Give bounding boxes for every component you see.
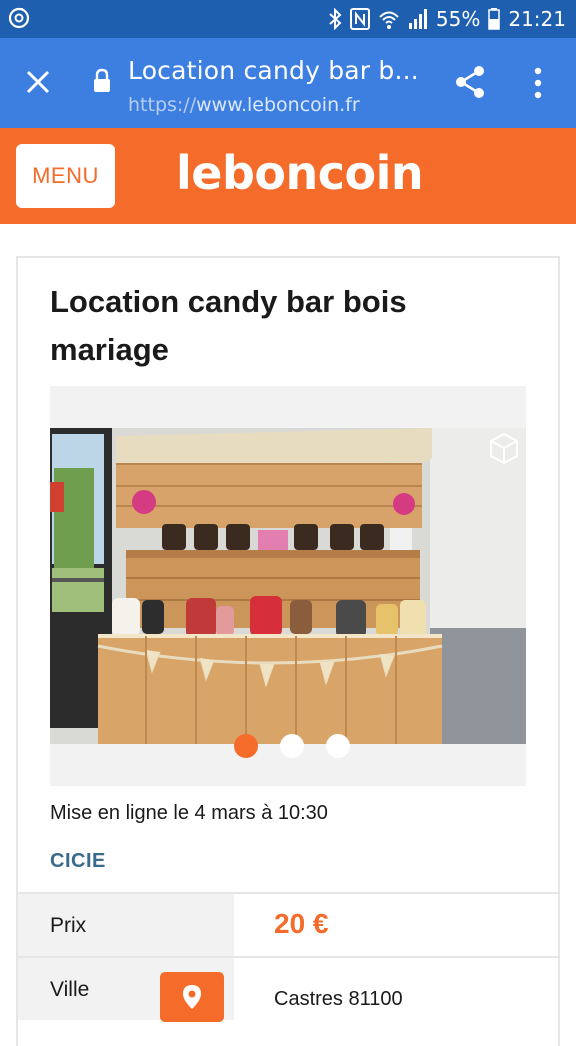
- sync-icon: [8, 7, 30, 29]
- bluetooth-icon: [329, 8, 342, 30]
- location-pin-icon: [183, 985, 201, 1009]
- price-row: Prix 20 €: [18, 892, 558, 956]
- city-label: Ville: [50, 978, 90, 1001]
- url-host: www.leboncoin.fr: [196, 94, 360, 116]
- close-icon[interactable]: [24, 68, 52, 96]
- signal-icon: [408, 9, 427, 29]
- city-row: Ville Castres 81100: [18, 956, 558, 1022]
- wifi-icon: [379, 11, 399, 29]
- url-scheme: https://: [128, 94, 197, 116]
- status-bar: 55% 21:21: [0, 0, 576, 38]
- gallery-pagination: [234, 734, 350, 758]
- ad-photo[interactable]: [50, 428, 526, 744]
- lock-icon: [94, 68, 110, 92]
- price-label: Prix: [50, 914, 87, 937]
- share-icon[interactable]: [452, 64, 488, 100]
- city-value: Castres 81100: [274, 988, 403, 1010]
- seller-name[interactable]: CICIE: [50, 850, 106, 873]
- clock: 21:21: [508, 7, 566, 31]
- gallery-dot-3[interactable]: [326, 734, 350, 758]
- ad-card: Location candy bar bois mariage Mise en …: [16, 256, 560, 1046]
- posted-date: Mise en ligne le 4 mars à 10:30: [50, 802, 328, 824]
- photo-gallery[interactable]: [50, 386, 526, 786]
- gallery-dot-2[interactable]: [280, 734, 304, 758]
- browser-url[interactable]: https://www.leboncoin.fr: [128, 94, 360, 116]
- site-header: MENU leboncoin: [0, 128, 576, 224]
- price-label-cell: Prix: [18, 894, 234, 956]
- browser-tab-title[interactable]: Location candy bar b...: [128, 56, 419, 85]
- more-vert-icon[interactable]: [528, 66, 548, 100]
- city-label-cell: Ville: [18, 958, 234, 1022]
- battery-percent: 55%: [435, 7, 481, 31]
- menu-button[interactable]: MENU: [16, 144, 115, 208]
- nfc-icon: [349, 8, 370, 30]
- browser-toolbar: Location candy bar b... https://www.lebo…: [0, 38, 576, 128]
- 360-view-icon[interactable]: [488, 432, 520, 464]
- map-button[interactable]: [160, 972, 224, 1022]
- price-value: 20 €: [274, 908, 329, 939]
- battery-icon: [488, 8, 501, 30]
- site-logo[interactable]: leboncoin: [176, 146, 424, 200]
- ad-title: Location candy bar bois mariage: [50, 284, 407, 367]
- gallery-dot-1[interactable]: [234, 734, 258, 758]
